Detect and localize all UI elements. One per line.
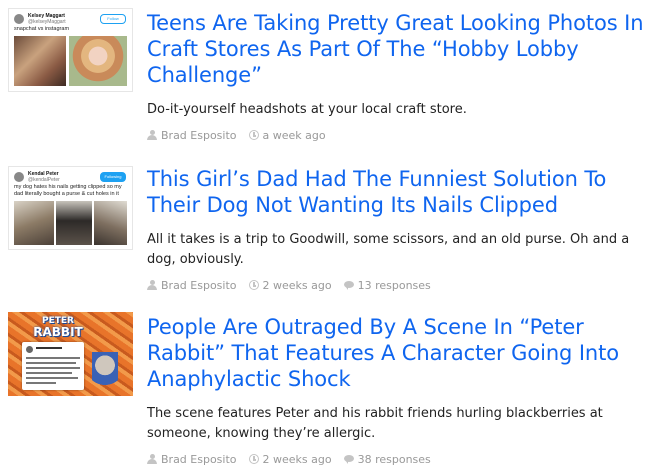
tweet-header: Kendal Peter @kendalPeter (14, 171, 60, 183)
byline: Brad Esposito 2 weeks ago 38 responses (147, 452, 652, 466)
author-name[interactable]: Brad Esposito (161, 129, 237, 142)
byline: Brad Esposito 2 weeks ago 13 responses (147, 278, 652, 292)
tweet-handle: @kendalPeter (28, 177, 60, 183)
embedded-tweet-card (22, 342, 84, 390)
tweet-line (26, 357, 80, 359)
story-headline[interactable]: Teens Are Taking Pretty Great Looking Ph… (147, 10, 652, 88)
author-name[interactable]: Brad Esposito (161, 453, 237, 466)
poster-title: PETER RABBIT (28, 316, 88, 338)
tweet-line (26, 362, 76, 364)
time-meta: 2 weeks ago (248, 452, 332, 466)
tweet-photo-dog-purse (56, 201, 92, 245)
author-meta: Brad Esposito (147, 279, 237, 292)
time-meta: a week ago (248, 128, 326, 142)
user-icon (147, 280, 157, 290)
story-description: All it takes is a trip to Goodwill, some… (147, 232, 630, 267)
tweet-line (26, 367, 80, 369)
tweet-line (26, 372, 72, 374)
article-feed: Kelsey Maggart @kelseyMaggart Follow sna… (0, 0, 662, 476)
author-meta: Brad Esposito (147, 453, 237, 466)
byline: Brad Esposito a week ago (147, 128, 652, 142)
tweet-line (26, 382, 56, 384)
timestamp: 2 weeks ago (262, 278, 332, 292)
responses-meta: 38 responses (343, 453, 431, 466)
responses-meta: 13 responses (343, 279, 431, 292)
tweet-text: my dog hates his nails getting clipped s… (14, 184, 122, 197)
tweet-text: snapchat vs instagram (14, 26, 70, 32)
comment-icon (343, 454, 354, 464)
story-description: The scene features Peter and his rabbit … (147, 406, 603, 441)
author-name[interactable]: Brad Esposito (161, 279, 237, 292)
time-meta: 2 weeks ago (248, 278, 332, 292)
story-headline[interactable]: This Girl’s Dad Had The Funniest Solutio… (147, 166, 652, 218)
user-icon (147, 130, 157, 140)
author-meta: Brad Esposito (147, 129, 237, 142)
tweet-header: Kelsey Maggart @kelseyMaggart (14, 13, 66, 25)
story-body: This Girl’s Dad Had The Funniest Solutio… (147, 166, 652, 292)
avatar (14, 14, 24, 24)
clock-icon (248, 454, 259, 464)
comment-icon (343, 280, 354, 290)
following-badge: Following (100, 172, 126, 182)
follow-badge: Follow (100, 14, 126, 24)
story-thumbnail[interactable]: Kelsey Maggart @kelseyMaggart Follow sna… (8, 8, 133, 92)
clock-icon (248, 130, 259, 140)
story-headline[interactable]: People Are Outraged By A Scene In “Peter… (147, 314, 652, 392)
story-body: Teens Are Taking Pretty Great Looking Ph… (147, 10, 652, 142)
tweet-line (26, 377, 78, 379)
timestamp: 2 weeks ago (262, 452, 332, 466)
rabbit-figure (92, 352, 118, 390)
tweet-photo-room (94, 201, 127, 245)
timestamp: a week ago (262, 128, 326, 142)
clock-icon (248, 280, 259, 290)
tweet-handle: @kelseyMaggart (28, 19, 66, 25)
story-thumbnail[interactable]: PETER RABBIT (8, 312, 133, 396)
avatar (26, 346, 33, 353)
tweet-photo-dad (14, 201, 54, 245)
story-thumbnail[interactable]: Kendal Peter @kendalPeter Following my d… (8, 166, 133, 250)
poster-title-bottom: RABBIT (33, 325, 83, 339)
avatar (14, 172, 24, 182)
response-count[interactable]: 38 responses (358, 453, 431, 466)
story-description: Do-it-yourself headshots at your local c… (147, 102, 467, 117)
story-body: People Are Outraged By A Scene In “Peter… (147, 314, 652, 466)
tweet-photo-group (14, 36, 66, 86)
tweet-photo-portrait (69, 36, 127, 86)
response-count[interactable]: 13 responses (358, 279, 431, 292)
user-icon (147, 454, 157, 464)
tweet-line (36, 347, 62, 349)
